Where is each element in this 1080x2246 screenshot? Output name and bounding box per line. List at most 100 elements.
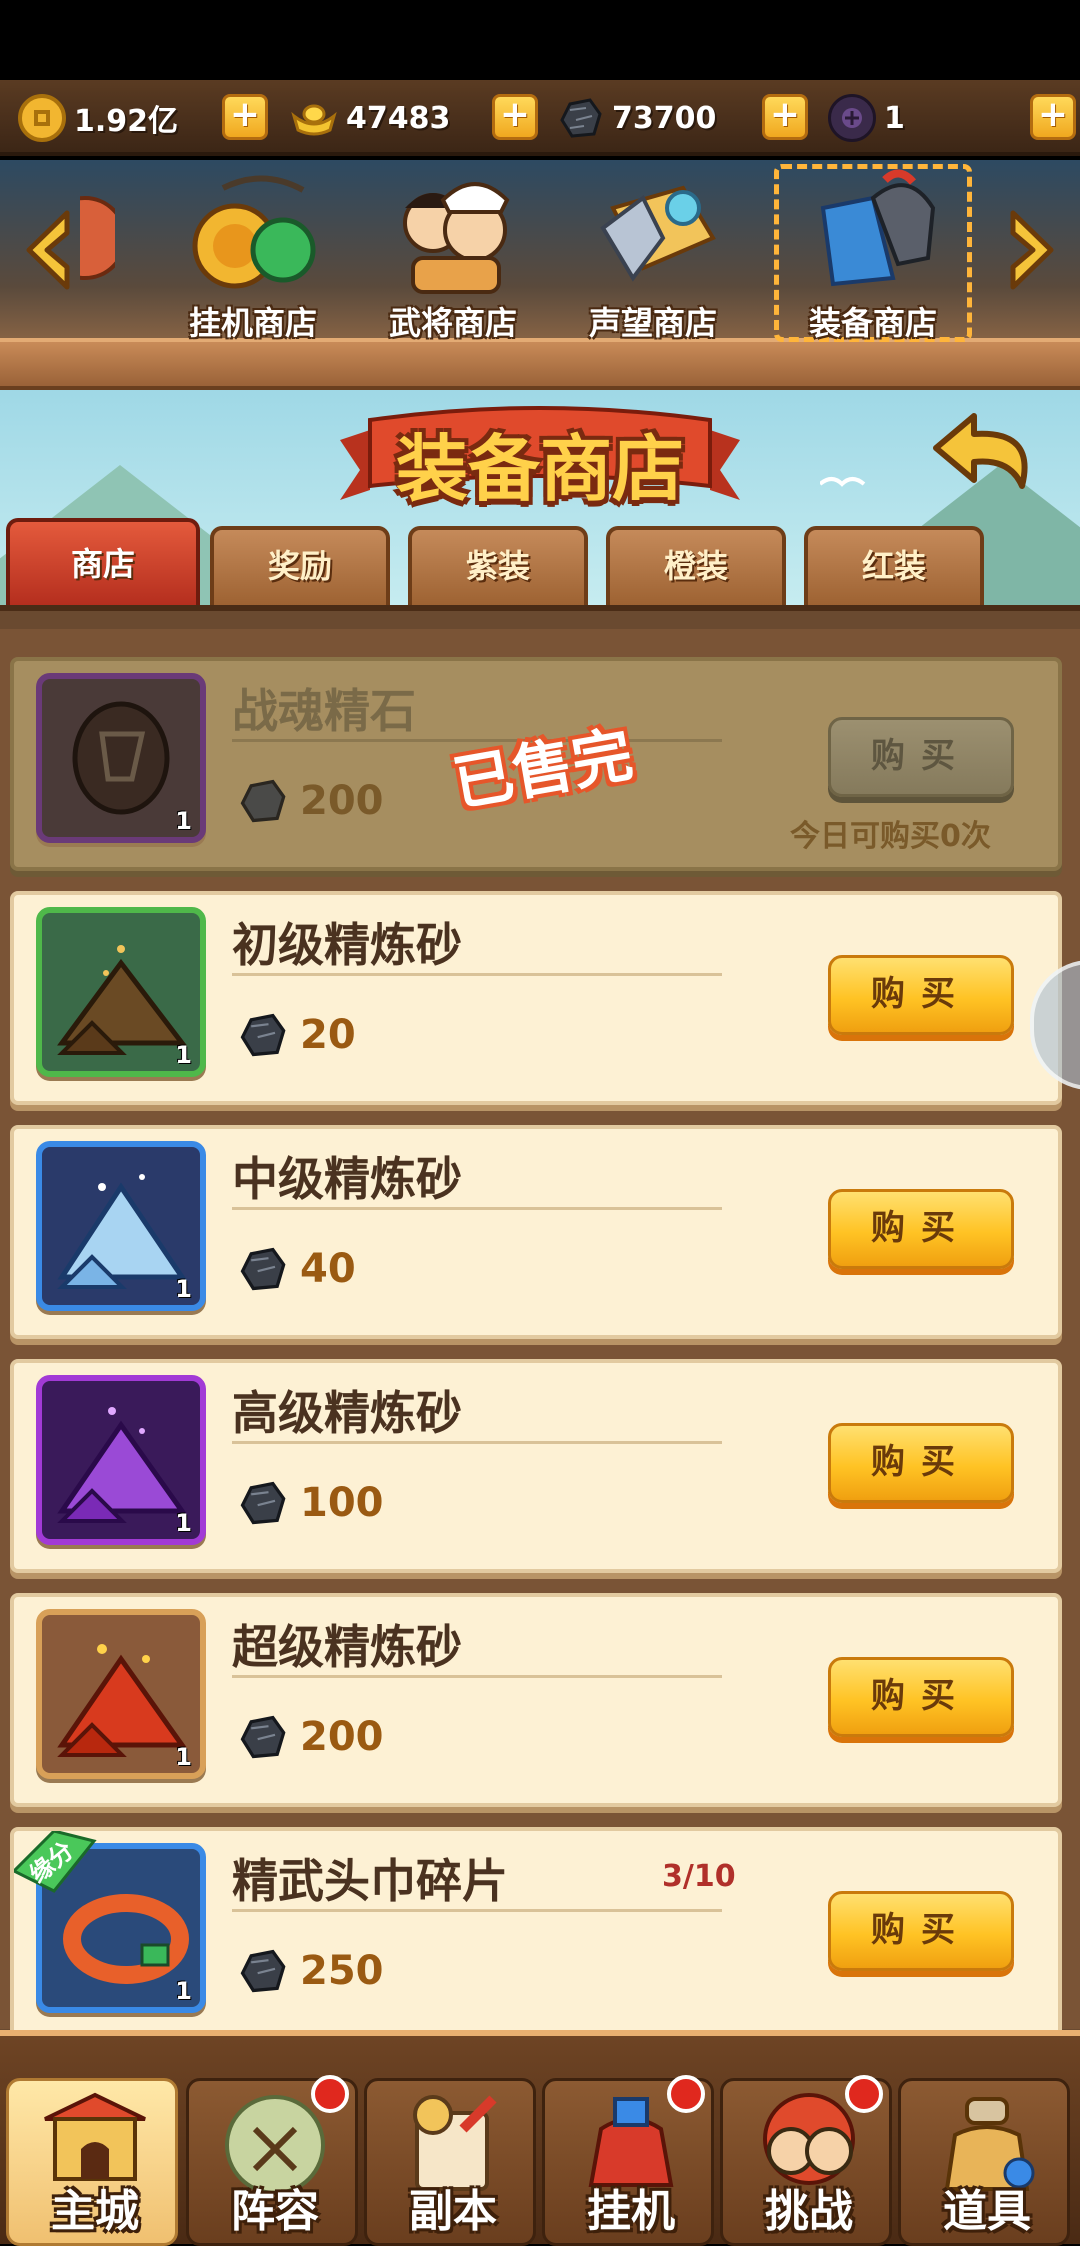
divider [232,973,722,976]
nav-idle[interactable]: 挂机 [542,2075,714,2246]
list-item: 1 高级精炼砂 100 购买 [10,1359,1062,1573]
item-price: 200 [236,771,384,831]
ore-value: 73700 [612,100,717,136]
item-icon-frame: 1 [36,907,206,1077]
notification-dot [845,2075,883,2113]
idle-shop-icon [192,175,316,289]
buy-button[interactable]: 购买 [828,1657,1014,1737]
add-ore-button[interactable]: + [762,94,808,140]
status-bar [0,0,1080,80]
item-name: 初级精炼砂 [232,918,462,972]
ore-icon [240,1715,286,1759]
ore-icon [240,1247,286,1291]
item-list[interactable]: 1 战魂精石 200 已售完 购买 今日可购买0次 1 初级精炼砂 20 购买 … [0,605,1080,2041]
divider [232,1909,722,1912]
buy-button[interactable]: 购买 [828,1189,1014,1269]
shop-selector: 店 挂机商店 武将商店 [0,160,1080,390]
soul-stone-icon [828,94,876,142]
shop-carousel: 店 挂机商店 武将商店 [80,160,1000,390]
coin-icon [18,94,66,142]
currency-soul: 1 [828,90,905,146]
notification-dot [311,2075,349,2113]
list-item: 1 中级精炼砂 40 购买 [10,1125,1062,1339]
chevron-right-icon [1010,210,1054,290]
list-item: 1 超级精炼砂 200 购买 [10,1593,1062,1807]
item-price: 200 [236,1707,384,1767]
buy-button[interactable]: 购买 [828,1891,1014,1971]
shop-tab-prestige[interactable]: 声望商店 [558,168,748,344]
title-ribbon: 装备商店 [340,400,740,511]
gold-value: 47483 [346,100,451,136]
nav-dungeon[interactable]: 副本 [364,2078,536,2246]
item-name: 高级精炼砂 [232,1386,462,1440]
back-button[interactable] [930,410,1050,510]
item-icon-frame: 1 [36,673,206,843]
soul-value: 1 [884,100,905,136]
currency-bar: 1.92亿 + 47483 + 73700 + 1 + [0,80,1080,156]
currency-gold: 47483 [290,90,450,146]
item-name: 超级精炼砂 [232,1620,462,1674]
add-coin-button[interactable]: + [222,94,268,140]
item-price: 250 [236,1941,384,2001]
list-item: 1 初级精炼砂 20 购买 [10,891,1062,1105]
equipment-shop-icon [820,169,936,287]
tab-purple[interactable]: 紫装 [408,526,588,605]
nav-challenge[interactable]: 挑战 [720,2075,892,2246]
bird-icon [820,477,866,487]
notification-dot [667,2075,705,2113]
next-shop-button[interactable] [998,200,1068,300]
shop-tab-general[interactable]: 武将商店 [358,168,548,344]
list-item: 1 战魂精石 200 已售完 购买 今日可购买0次 [10,657,1062,871]
shop-banner: 装备商店 商店 奖励 紫装 橙装 红装 [0,390,1080,605]
page-title: 装备商店 [395,427,684,511]
item-icon-frame: 1 [36,1375,206,1545]
list-item: 1 缘分 精武头巾碎片 3/10 250 购买 [10,1827,1062,2041]
fragment-progress: 3/10 [662,1859,736,1894]
divider [232,1207,722,1210]
fate-tag: 缘分 [14,1831,114,1893]
tab-orange[interactable]: 橙装 [606,526,786,605]
nav-items[interactable]: 道具 [898,2078,1070,2246]
ore-icon [240,1481,286,1525]
item-icon-frame: 1 [36,1141,206,1311]
bottom-nav: 主城 阵容 副本 挂机 挑战 道具 [0,2030,1080,2246]
tab-shop[interactable]: 商店 [6,518,200,605]
tab-reward[interactable]: 奖励 [210,526,390,605]
gold-ingot-icon [290,94,338,142]
item-name: 战魂精石 [232,684,416,738]
shop-tab-partial[interactable]: 店 [80,168,140,344]
currency-ore: 73700 [556,90,716,146]
purchase-limit: 今日可购买0次 [790,819,991,854]
item-icon-frame: 1 [36,1609,206,1779]
divider [232,1675,722,1678]
add-gold-button[interactable]: + [492,94,538,140]
ore-icon [556,94,604,142]
tab-red[interactable]: 红装 [804,526,984,605]
add-soul-button[interactable]: + [1030,94,1076,140]
item-price: 20 [236,1005,356,1065]
shop-tab-idle[interactable]: 挂机商店 [158,168,348,344]
chevron-left-icon [26,210,70,290]
buy-button[interactable]: 购买 [828,955,1014,1035]
item-price: 100 [236,1473,384,1533]
buy-button[interactable]: 购买 [828,1423,1014,1503]
prev-shop-button[interactable] [12,200,82,300]
item-price: 40 [236,1239,356,1299]
ore-icon [240,1949,286,1993]
partial-shop-icon [80,196,115,280]
item-name: 中级精炼砂 [232,1152,462,1206]
ore-icon [240,779,286,823]
coin-value: 1.92亿 [74,104,179,139]
prestige-shop-icon [600,185,716,282]
nav-main-city[interactable]: 主城 [6,2078,178,2246]
ore-icon [240,1013,286,1057]
buy-button-disabled: 购买 [828,717,1014,797]
nav-lineup[interactable]: 阵容 [186,2075,358,2246]
sold-out-stamp: 已售完 [448,719,638,821]
tab-bar: 商店 奖励 紫装 橙装 红装 [0,518,1080,605]
currency-coin: 1.92亿 [18,90,178,146]
shop-tab-equipment[interactable]: 装备商店 [774,164,972,344]
general-shop-icon [403,182,510,294]
divider [232,1441,722,1444]
back-arrow-icon [933,413,1028,489]
